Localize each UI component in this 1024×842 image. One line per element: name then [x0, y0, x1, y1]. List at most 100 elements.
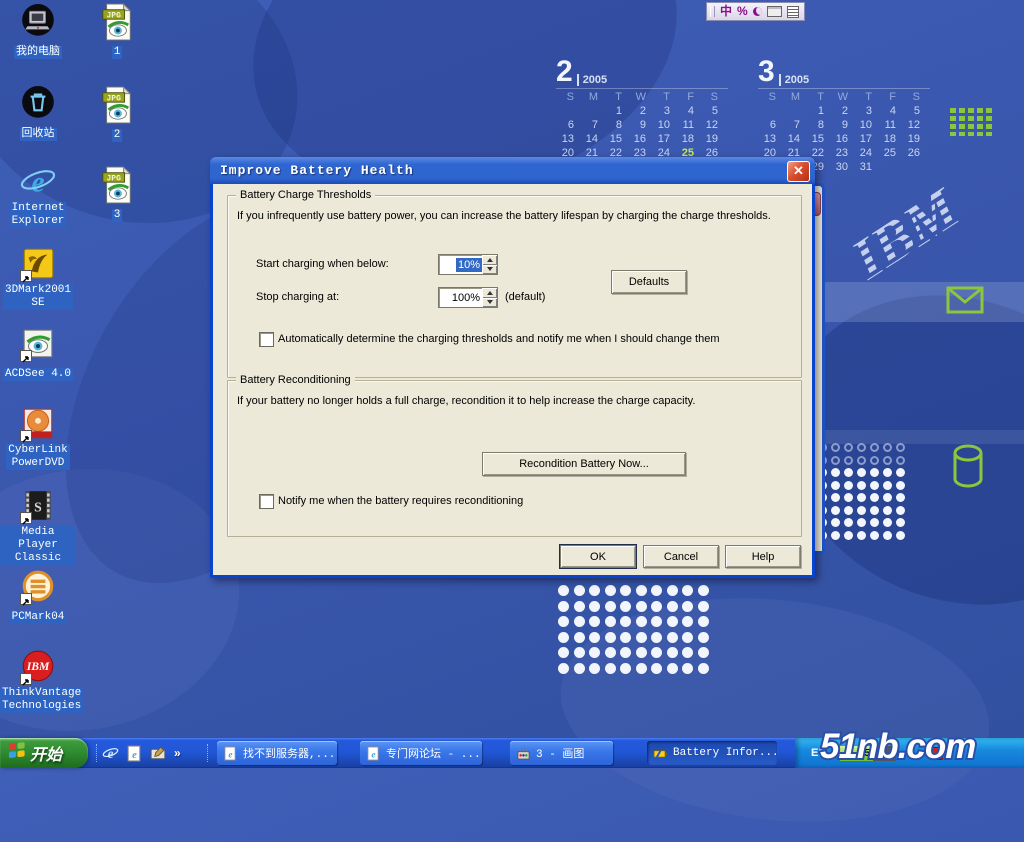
wallpaper-dot: [605, 601, 616, 612]
calendar-day: 7: [580, 119, 604, 133]
taskbar-task-button[interactable]: Battery Infor...: [647, 741, 777, 765]
wallpaper-dot: [605, 585, 616, 596]
close-button[interactable]: ✕: [787, 161, 810, 182]
calendar-day: 9: [830, 119, 854, 133]
taskbar-task-button[interactable]: 3 - 画图: [510, 741, 613, 765]
calendar-day: 11: [676, 119, 700, 133]
spinner-up-button[interactable]: [482, 288, 497, 298]
wallpaper-dot: [698, 663, 709, 674]
taskbar-task-button[interactable]: e专门网论坛 - ...: [360, 741, 482, 765]
auto-determine-label[interactable]: Automatically determine the charging thr…: [278, 333, 719, 345]
desktop-icon-internet-explorer[interactable]: eInternet Explorer: [0, 163, 76, 228]
wallpaper-dot: [636, 632, 647, 643]
recondition-battery-button[interactable]: Recondition Battery Now...: [482, 452, 686, 476]
ime-punctuation-icon[interactable]: %: [737, 4, 748, 19]
spinner-down-button[interactable]: [482, 265, 497, 275]
calendar-day: 31: [854, 161, 878, 175]
calendar-weekday: T: [806, 91, 830, 105]
start-charging-spinner[interactable]: 10%: [438, 254, 498, 275]
help-button[interactable]: Help: [725, 545, 801, 568]
calendar-day: 6: [758, 119, 782, 133]
wallpaper-dot: [870, 443, 879, 452]
tray-alert-icon[interactable]: [930, 747, 943, 760]
desktop-icon-acdsee[interactable]: ACDSee 4.0: [0, 325, 76, 381]
wallpaper-dot: [896, 468, 905, 477]
start-button[interactable]: 开始: [0, 738, 88, 768]
desktop-icon-my-computer[interactable]: 我的电脑: [0, 3, 76, 59]
desktop-icon-media-player-classic[interactable]: SMedia Player Classic: [0, 487, 76, 565]
cancel-button[interactable]: Cancel: [643, 545, 719, 568]
wallpaper-dot: [883, 456, 892, 465]
wallpaper-dot: [857, 443, 866, 452]
desktop-icon-jpg-file[interactable]: JPG1: [79, 3, 155, 59]
taskbar-task-button[interactable]: e找不到服务器,...: [217, 741, 337, 765]
ime-chinese-indicator[interactable]: 中: [720, 4, 732, 19]
ie-icon[interactable]: e: [102, 745, 119, 762]
wallpaper-dot: [651, 647, 662, 658]
show-desktop-icon[interactable]: [150, 745, 167, 762]
wallpaper-dot: [620, 585, 631, 596]
dialog-title-bar[interactable]: Improve Battery Health ✕: [210, 157, 815, 184]
group-description: If your battery no longer holds a full c…: [237, 395, 695, 407]
internet-explorer-icon: e: [19, 163, 57, 201]
recycle-bin-icon: [19, 85, 57, 123]
wallpaper-dot: [574, 647, 585, 658]
ime-drag-handle[interactable]: [710, 6, 715, 17]
media-player-classic-icon: S: [19, 487, 57, 525]
desktop-icon-thinkvantage[interactable]: IBMThinkVantage Technologies: [0, 648, 76, 713]
wallpaper-dot: [651, 601, 662, 612]
desktop-icon-recycle-bin[interactable]: 回收站: [0, 85, 76, 141]
calendar-day: 8: [604, 119, 628, 133]
auto-determine-checkbox[interactable]: [259, 332, 274, 347]
quick-launch-overflow-chevron[interactable]: »: [174, 746, 181, 760]
wallpaper-dot: [605, 616, 616, 627]
desktop-icon-powerdvd[interactable]: CyberLink PowerDVD: [0, 405, 76, 470]
notify-reconditioning-label[interactable]: Notify me when the battery requires reco…: [278, 495, 523, 507]
calendar-day: 12: [902, 119, 926, 133]
desktop-icon-3dmark2001[interactable]: 3DMark2001 SE: [0, 245, 76, 310]
spinner-down-button[interactable]: [482, 298, 497, 308]
calendar-weekday: T: [854, 91, 878, 105]
stop-charging-value[interactable]: 100%: [439, 292, 482, 304]
stop-charging-spinner[interactable]: 100%: [438, 287, 498, 308]
defaults-button[interactable]: Defaults: [611, 270, 687, 294]
svg-text:JPG: JPG: [106, 94, 121, 103]
taskbar-separator: [96, 744, 100, 762]
wallpaper-dot: [844, 481, 853, 490]
desktop-icon-pcmark04[interactable]: PCMark04: [0, 568, 76, 624]
ime-language-bar[interactable]: 中 %: [706, 2, 805, 21]
wallpaper-dot: [883, 481, 892, 490]
ok-button[interactable]: OK: [560, 545, 636, 568]
ime-menu-icon[interactable]: [787, 6, 799, 18]
wallpaper-dot: [896, 443, 905, 452]
svg-text:IBM: IBM: [26, 660, 50, 673]
wallpaper-dot: [589, 663, 600, 674]
calendar-day: 15: [806, 133, 830, 147]
spinner-up-button[interactable]: [482, 255, 497, 265]
paint-icon: [516, 746, 531, 761]
tray-battery-meter[interactable]: 58%: [840, 746, 896, 761]
wallpaper-dot: [883, 506, 892, 515]
wallpaper-dot: [831, 468, 840, 477]
wallpaper-dot: [883, 518, 892, 527]
ime-keyboard-icon[interactable]: [767, 6, 782, 17]
desktop-icon-jpg-file[interactable]: JPG3: [79, 166, 155, 222]
system-tray: EN 58%: [795, 738, 1024, 768]
start-charging-value[interactable]: 10%: [456, 258, 482, 272]
calendar-day: 4: [676, 105, 700, 119]
language-indicator[interactable]: EN: [811, 747, 826, 759]
ie-channel-icon[interactable]: e: [126, 745, 143, 762]
calendar-day: 19: [700, 133, 724, 147]
svg-text:S: S: [34, 499, 42, 514]
desktop-icon-label: Internet Explorer: [10, 202, 67, 228]
wallpaper-dot: [857, 531, 866, 540]
calendar-weekday: S: [758, 91, 782, 105]
start-label: 开始: [30, 741, 62, 765]
wallpaper-dot: [831, 481, 840, 490]
ime-fullwidth-moon-icon[interactable]: [753, 7, 762, 16]
wallpaper-dot: [667, 585, 678, 596]
shortcut-arrow-icon: [20, 512, 32, 524]
wallpaper-dot: [896, 481, 905, 490]
desktop-icon-jpg-file[interactable]: JPG2: [79, 86, 155, 142]
notify-reconditioning-checkbox[interactable]: [259, 494, 274, 509]
